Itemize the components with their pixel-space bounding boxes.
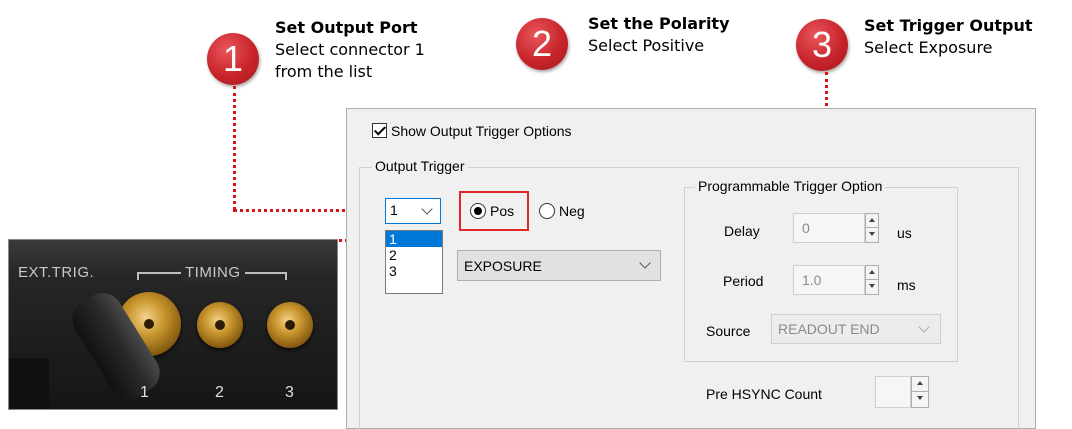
- spin-up-icon[interactable]: [866, 214, 878, 228]
- programmable-trigger-group-title: Programmable Trigger Option: [695, 178, 886, 194]
- show-output-trigger-checkbox[interactable]: [372, 123, 387, 138]
- output-trigger-group-title: Output Trigger: [372, 158, 468, 174]
- step-3-title: Set Trigger Output: [864, 16, 1033, 35]
- delay-spinner[interactable]: [865, 213, 879, 243]
- output-port-combo[interactable]: 1: [385, 198, 441, 224]
- step-1-badge: 1: [207, 33, 259, 85]
- source-value: READOUT END: [778, 321, 880, 337]
- connector-number-1: 1: [140, 384, 149, 401]
- spin-up-icon[interactable]: [866, 266, 878, 280]
- connector-number-2: 2: [215, 384, 224, 401]
- polarity-neg-radio[interactable]: [539, 203, 555, 219]
- step-2-text: Set the Polarity Select Positive: [588, 13, 730, 57]
- pre-hsync-spinner[interactable]: [911, 376, 929, 408]
- period-spinner[interactable]: [865, 265, 879, 295]
- connector-3: [267, 302, 313, 348]
- spin-up-icon[interactable]: [912, 377, 928, 392]
- trigger-kind-value: EXPOSURE: [464, 258, 542, 274]
- camera-connector-photo: EXT.TRIG. TIMING 1 2 3: [8, 239, 338, 410]
- delay-field[interactable]: 0: [793, 213, 865, 243]
- period-field[interactable]: 1.0: [793, 265, 865, 295]
- step-2-description: Select Positive: [588, 36, 705, 55]
- show-output-trigger-label[interactable]: Show Output Trigger Options: [391, 123, 572, 139]
- delay-unit: us: [897, 225, 912, 241]
- step-1-description: Select connector 1: [275, 40, 425, 59]
- pre-hsync-field[interactable]: [875, 376, 911, 408]
- step-3-badge: 3: [796, 19, 848, 71]
- step-1-connector-line: [233, 86, 236, 210]
- output-port-value: 1: [390, 202, 398, 218]
- step-2-title: Set the Polarity: [588, 14, 730, 33]
- spin-down-icon[interactable]: [866, 228, 878, 242]
- chevron-down-icon: [421, 203, 433, 215]
- cable-end: [9, 358, 49, 409]
- polarity-pos-label[interactable]: Pos: [490, 203, 514, 219]
- connector-number-3: 3: [285, 384, 294, 401]
- step-2-number: 2: [531, 23, 553, 64]
- output-port-option-3[interactable]: 3: [386, 263, 442, 279]
- spin-down-icon[interactable]: [866, 280, 878, 294]
- pre-hsync-label: Pre HSYNC Count: [706, 386, 822, 402]
- output-port-option-2[interactable]: 2: [386, 247, 442, 263]
- step-3-number: 3: [811, 24, 833, 65]
- output-port-list[interactable]: 1 2 3: [385, 230, 443, 294]
- step-3-text: Set Trigger Output Select Exposure: [864, 15, 1032, 59]
- step-1-text: Set Output Port Select connector 1 from …: [275, 17, 425, 83]
- step-2-badge: 2: [516, 18, 568, 70]
- delay-label: Delay: [724, 223, 760, 239]
- period-unit: ms: [897, 277, 916, 293]
- source-label: Source: [706, 323, 751, 339]
- connector-2: [197, 302, 243, 348]
- chevron-down-icon: [918, 321, 930, 333]
- polarity-pos-radio[interactable]: [470, 203, 486, 219]
- ext-trig-label: EXT.TRIG.: [18, 264, 95, 281]
- step-3-description: Select Exposure: [864, 38, 993, 57]
- step-1-description-line2: from the list: [275, 62, 373, 81]
- trigger-kind-dropdown[interactable]: EXPOSURE: [457, 250, 661, 281]
- spin-down-icon[interactable]: [912, 392, 928, 407]
- output-port-option-1[interactable]: 1: [386, 231, 442, 247]
- period-label: Period: [723, 273, 764, 289]
- step-1-title: Set Output Port: [275, 18, 418, 37]
- timing-label: TIMING: [181, 264, 245, 281]
- source-dropdown[interactable]: READOUT END: [771, 314, 941, 344]
- chevron-down-icon: [639, 257, 651, 269]
- polarity-neg-label[interactable]: Neg: [559, 203, 585, 219]
- output-trigger-settings-panel: Show Output Trigger Options Output Trigg…: [346, 108, 1036, 429]
- step-1-number: 1: [222, 38, 244, 79]
